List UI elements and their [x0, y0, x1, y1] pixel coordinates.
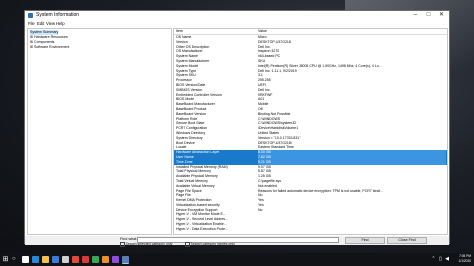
find-button[interactable]: Find [345, 236, 385, 244]
app-icon-red[interactable] [82, 256, 89, 263]
mail-icon[interactable] [62, 256, 69, 263]
taskbar: ⊞ ○ ⌃ ▯ ◀ 7:05 PM 1/1/2020 [0, 253, 474, 266]
app-icon-green[interactable] [92, 256, 99, 263]
minimize-button[interactable]: – [409, 11, 422, 20]
search-category-names-checkbox[interactable]: Search category names only [185, 242, 235, 247]
edge-icon[interactable] [32, 256, 39, 263]
row-item: Hyper-V - Data Execution Prote... [176, 226, 228, 231]
checkbox-box [185, 242, 190, 247]
find-bar: Find what: Find Close Find Search select… [25, 236, 449, 247]
clock-time: 7:05 PM [459, 254, 471, 258]
system-info-taskbar-icon[interactable] [122, 256, 129, 264]
windows-start-icon[interactable]: ⊞ [2, 256, 9, 263]
menu-view[interactable]: View [46, 20, 55, 27]
menu-file[interactable]: File [28, 20, 35, 27]
window-title: System Information [36, 12, 80, 18]
clock[interactable]: 7:05 PM 1/1/2020 [459, 254, 471, 263]
explorer-icon[interactable] [42, 256, 49, 263]
system-info-app-icon [28, 13, 33, 18]
tree-item-system-summary[interactable]: System Summary [30, 30, 59, 35]
checkbox-box [120, 242, 125, 247]
tree-item-hardware-resources[interactable]: ⊞ Hardware Resources [30, 35, 68, 40]
column-header-item[interactable]: Item [176, 29, 183, 34]
clock-date: 1/1/2020 [458, 258, 471, 263]
search-selected-category-label: Search selected category only [125, 242, 173, 247]
menu-edit[interactable]: Edit [37, 20, 44, 27]
tree-item-components[interactable]: ⊞ Components [30, 40, 54, 45]
search-icon[interactable]: ○ [12, 256, 16, 263]
menu-bar: File Edit View Help [25, 20, 449, 27]
task-view-icon[interactable] [22, 256, 29, 263]
tree-item-software-environment[interactable]: ⊞ Software Environment [30, 45, 69, 50]
chrome-icon[interactable] [72, 256, 79, 263]
system-tray-icons[interactable]: ⌃ ▯ ◀ [431, 256, 450, 263]
search-selected-category-checkbox[interactable]: Search selected category only [120, 242, 172, 247]
title-bar[interactable]: System Information – □ ✕ [25, 11, 449, 20]
details-list: Item Value OS Name Micro Version DESKTOP-U3… [173, 28, 448, 235]
table-row[interactable]: Hyper-V - Data Execution Prote... [174, 227, 447, 232]
close-button[interactable]: ✕ [435, 11, 448, 20]
app-icon-purple[interactable] [112, 256, 119, 263]
column-header-value[interactable]: Value [258, 29, 267, 34]
category-tree: System Summary ⊞ Hardware Resources ⊞ Co… [27, 28, 172, 235]
search-category-names-label: Search category names only [190, 242, 235, 247]
app-icon-orange[interactable] [102, 256, 109, 263]
list-rows: OS Name Micro Version DESKTOP-U37G218 Other … [174, 35, 447, 232]
menu-help[interactable]: Help [56, 20, 65, 27]
store-icon[interactable] [52, 256, 59, 263]
close-find-button[interactable]: Close Find [387, 236, 427, 244]
system-information-window: System Information – □ ✕ File Edit View … [24, 10, 450, 247]
maximize-button[interactable]: □ [422, 11, 435, 20]
